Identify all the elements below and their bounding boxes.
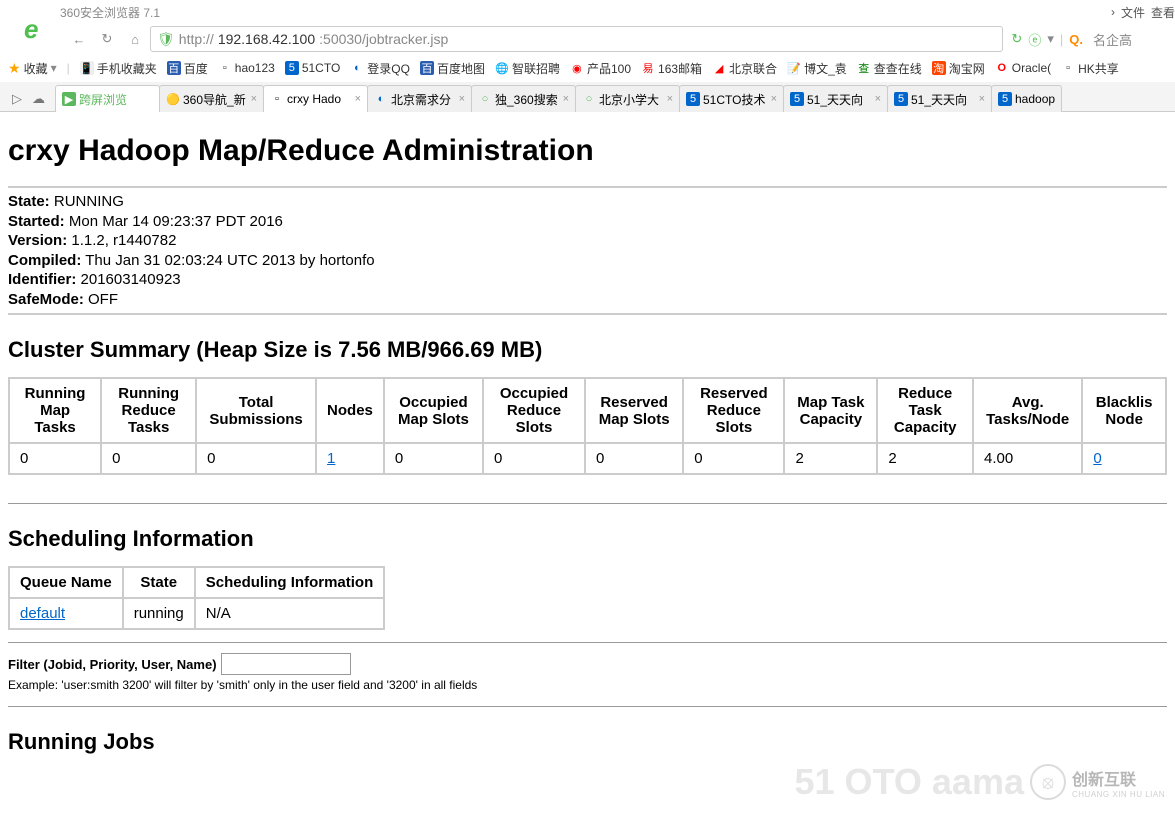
filter-label: Filter (Jobid, Priority, User, Name)	[8, 657, 217, 672]
filter-example: Example: 'user:smith 3200' will filter b…	[8, 678, 1167, 692]
th-sched-info: Scheduling Information	[195, 567, 385, 598]
close-icon[interactable]: ×	[355, 93, 361, 105]
page-content: crxy Hadoop Map/Reduce Administration St…	[0, 112, 1175, 777]
chevron-right-icon: ›	[1111, 5, 1115, 19]
bookmark-item[interactable]: 551CTO	[285, 61, 340, 75]
queue-link[interactable]: default	[20, 605, 65, 622]
filter-input[interactable]	[221, 653, 351, 675]
back-button[interactable]: ←	[66, 26, 92, 52]
th-queue: Queue Name	[9, 567, 123, 598]
th-occ-map: Occupied Map Slots	[384, 378, 483, 443]
bookmark-item[interactable]: OOracle(	[995, 61, 1051, 75]
cluster-summary-table: Running Map Tasks Running Reduce Tasks T…	[8, 377, 1167, 475]
reload-button[interactable]: ↻	[94, 26, 120, 52]
nodes-link[interactable]: 1	[327, 450, 335, 467]
bookmark-item[interactable]: 易163邮箱	[641, 60, 702, 77]
window-title: 360安全浏览器 7.1	[60, 4, 160, 21]
search-input[interactable]: 名企高	[1089, 26, 1169, 52]
th-map-cap: Map Task Capacity	[784, 378, 877, 443]
home-button[interactable]: ⌂	[122, 26, 148, 52]
divider	[8, 313, 1167, 315]
titlebar: 360安全浏览器 7.1 › 文件 查看	[0, 0, 1175, 24]
filter-row: Filter (Jobid, Priority, User, Name)	[8, 653, 1167, 675]
bookmark-item[interactable]: ◢北京联合	[712, 60, 777, 77]
tab-bar: ▷ ☁ ▶跨屏浏览 🟡360导航_新× ▫crxy Hado× ◐北京需求分× …	[0, 82, 1175, 112]
page-title: crxy Hadoop Map/Reduce Administration	[8, 134, 1167, 168]
watermark-logo-icon: ⦻	[1030, 764, 1066, 800]
th-occ-reduce: Occupied Reduce Slots	[483, 378, 585, 443]
scheduling-table: Queue Name State Scheduling Information …	[8, 566, 385, 630]
tab-crxy-hadoop[interactable]: ▫crxy Hado×	[263, 85, 368, 112]
browser-logo: e	[8, 4, 52, 48]
close-icon[interactable]: ×	[667, 93, 673, 105]
tab-360search[interactable]: ○独_360搜索×	[471, 85, 576, 112]
globe-icon[interactable]: ⓔ	[1028, 30, 1041, 49]
bookmark-bar: ★收藏▾ | 📱手机收藏夹 百百度 ▫hao123 551CTO ◐登录QQ 百…	[0, 54, 1175, 82]
th-nodes: Nodes	[316, 378, 384, 443]
play-icon[interactable]: ▷	[12, 91, 22, 107]
status-block: State: RUNNING Started: Mon Mar 14 09:23…	[8, 192, 1167, 309]
bookmark-item[interactable]: 📱手机收藏夹	[80, 60, 157, 77]
tab-51-daily2[interactable]: 551_天天向×	[887, 85, 992, 112]
url-path: :50030/jobtracker.jsp	[319, 31, 448, 47]
address-bar-row: ← ↻ ⌂ 🛡 http://192.168.42.100:50030/jobt…	[0, 24, 1175, 54]
shield-icon: 🛡	[157, 31, 175, 48]
close-icon[interactable]: ×	[875, 93, 881, 105]
dropdown-icon[interactable]: ▾	[1047, 31, 1054, 47]
tab-51cto-tech[interactable]: 551CTO技术×	[679, 85, 784, 112]
th-total-subs: Total Submissions	[196, 378, 316, 443]
watermark: 51 OTO aama ⦻ 创新互联 CHUANG XIN HU LIAN	[795, 761, 1165, 803]
table-row: 0 0 0 1 0 0 0 0 2 2 4.00 0	[9, 443, 1166, 474]
divider	[8, 503, 1167, 504]
tab-bj-demand[interactable]: ◐北京需求分×	[367, 85, 472, 112]
address-input[interactable]: 🛡 http://192.168.42.100:50030/jobtracker…	[150, 26, 1003, 52]
menu-view[interactable]: 查看	[1151, 4, 1175, 21]
bookmark-item[interactable]: 查查查在线	[857, 60, 922, 77]
tab-51-daily1[interactable]: 551_天天向×	[783, 85, 888, 112]
url-scheme: http://	[179, 31, 214, 47]
bookmark-item[interactable]: 百百度	[167, 60, 208, 77]
th-running-map: Running Map Tasks	[9, 378, 101, 443]
close-icon[interactable]: ×	[459, 93, 465, 105]
bookmark-item[interactable]: ▫hao123	[218, 61, 275, 75]
th-avg-tasks: Avg. Tasks/Node	[973, 378, 1082, 443]
refresh-icon[interactable]: ↻	[1011, 31, 1022, 47]
bookmark-item[interactable]: ▫HK共享	[1061, 60, 1119, 77]
th-blacklist: Blacklis Node	[1082, 378, 1166, 443]
tab-360nav[interactable]: 🟡360导航_新×	[159, 85, 264, 112]
cluster-summary-heading: Cluster Summary (Heap Size is 7.56 MB/96…	[8, 337, 1167, 363]
blacklist-link[interactable]: 0	[1093, 450, 1101, 467]
divider	[8, 186, 1167, 188]
bookmark-item[interactable]: 📝博文_袁	[787, 60, 847, 77]
th-state: State	[123, 567, 195, 598]
bookmark-item[interactable]: ◉产品100	[570, 60, 631, 77]
table-row: default running N/A	[9, 598, 384, 629]
tab-crossscreen[interactable]: ▶跨屏浏览	[55, 85, 160, 112]
bookmark-item[interactable]: ◐登录QQ	[350, 60, 410, 77]
th-res-map: Reserved Map Slots	[585, 378, 683, 443]
search-engine-icon[interactable]: Q.	[1069, 32, 1083, 47]
tab-bj-primary[interactable]: ○北京小学大×	[575, 85, 680, 112]
divider	[8, 642, 1167, 643]
th-reduce-cap: Reduce Task Capacity	[877, 378, 973, 443]
scheduling-heading: Scheduling Information	[8, 526, 1167, 552]
bookmark-item[interactable]: 淘淘宝网	[932, 60, 985, 77]
url-host: 192.168.42.100	[218, 31, 315, 47]
close-icon[interactable]: ×	[563, 93, 569, 105]
star-icon: ★	[8, 60, 21, 77]
close-icon[interactable]: ×	[251, 93, 257, 105]
bookmark-fav[interactable]: ★收藏▾	[8, 60, 57, 77]
close-icon[interactable]: ×	[771, 93, 777, 105]
running-jobs-heading: Running Jobs	[8, 729, 1167, 755]
cloud-icon[interactable]: ☁	[32, 91, 45, 107]
tab-hadoop[interactable]: 5hadoop	[991, 85, 1062, 112]
bookmark-item[interactable]: 百百度地图	[420, 60, 485, 77]
menu-file[interactable]: 文件	[1121, 4, 1145, 21]
th-running-reduce: Running Reduce Tasks	[101, 378, 196, 443]
divider	[8, 706, 1167, 707]
bookmark-item[interactable]: 🌐智联招聘	[495, 60, 560, 77]
th-res-reduce: Reserved Reduce Slots	[683, 378, 784, 443]
close-icon[interactable]: ×	[979, 93, 985, 105]
